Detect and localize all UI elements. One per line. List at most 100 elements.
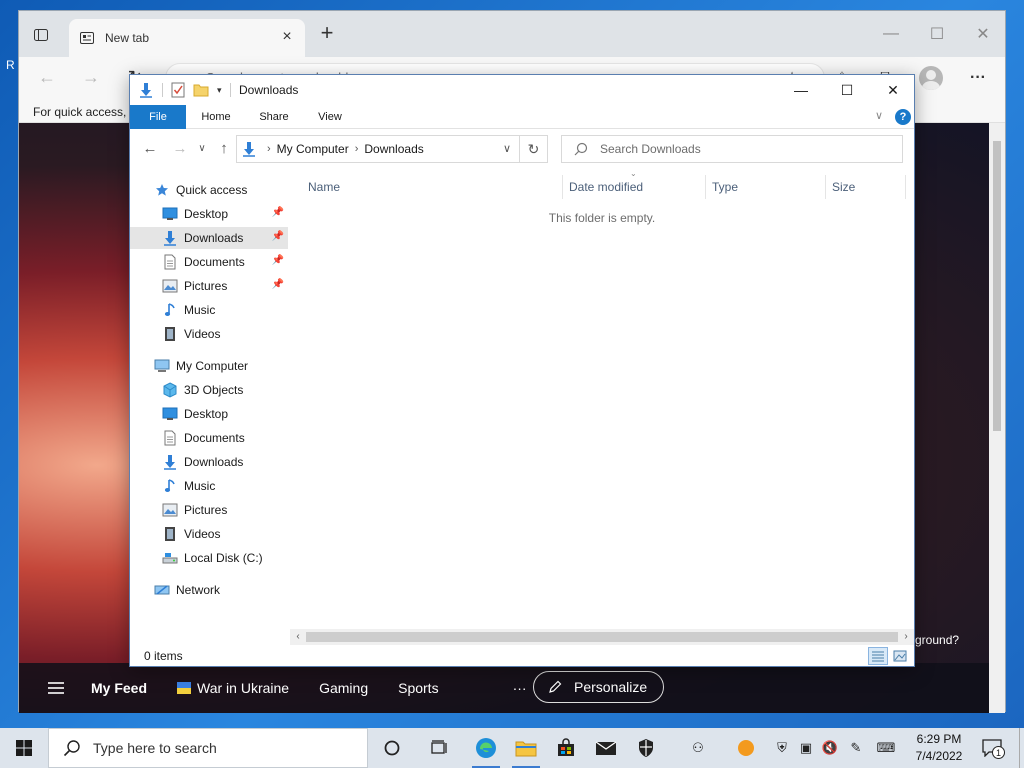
taskbar-security[interactable]: [626, 728, 666, 768]
network-warning-icon[interactable]: ▣: [796, 738, 816, 758]
nav-quick-desktop[interactable]: Desktop 📌: [130, 203, 288, 225]
feed-tab-sports[interactable]: Sports: [398, 680, 438, 696]
defender-warning-icon[interactable]: ⛨: [772, 738, 792, 758]
column-header-date-modified[interactable]: Date modified: [562, 175, 706, 199]
nav-desktop[interactable]: Desktop: [130, 403, 288, 425]
sort-chevron-icon: ⌄: [630, 169, 637, 178]
feed-tab-my-feed[interactable]: My Feed: [91, 680, 147, 696]
taskbar-store[interactable]: [546, 728, 586, 768]
forward-icon[interactable]: →: [170, 139, 190, 159]
pin-icon[interactable]: 📌: [272, 255, 284, 266]
cortana-button[interactable]: [372, 728, 412, 768]
minimize-button[interactable]: —: [869, 19, 913, 49]
page-scrollbar[interactable]: [989, 123, 1005, 713]
search-input[interactable]: Search Downloads: [561, 135, 903, 163]
large-icons-view-button[interactable]: [890, 647, 910, 665]
column-header-name[interactable]: Name: [302, 175, 560, 199]
feed-tab-war-in-ukraine[interactable]: War in Ukraine: [197, 680, 289, 696]
taskbar-search-placeholder: Type here to search: [93, 740, 217, 756]
weather-icon[interactable]: [736, 738, 756, 758]
profile-avatar[interactable]: [919, 66, 943, 90]
nav-quick-downloads[interactable]: Downloads 📌: [130, 227, 288, 249]
taskbar-edge[interactable]: [466, 728, 506, 768]
pin-icon[interactable]: 📌: [272, 207, 284, 218]
back-icon[interactable]: ←: [35, 66, 59, 90]
column-header-type[interactable]: Type: [706, 175, 826, 199]
nav-quick-access[interactable]: Quick access: [154, 179, 284, 201]
nav-quick-pictures[interactable]: Pictures 📌: [130, 275, 288, 297]
horizontal-scrollbar[interactable]: ‹ ›: [290, 629, 914, 645]
forward-icon[interactable]: →: [79, 66, 103, 90]
recent-locations-icon[interactable]: ∨: [192, 139, 212, 159]
nav-my-computer[interactable]: My Computer: [154, 355, 284, 377]
pin-icon[interactable]: 📌: [272, 231, 284, 242]
show-desktop-button[interactable]: [1019, 728, 1024, 768]
ribbon-tab-share[interactable]: Share: [252, 105, 296, 129]
nav-quick-music[interactable]: Music: [130, 299, 288, 321]
nav-network[interactable]: Network: [154, 579, 284, 601]
properties-icon[interactable]: [171, 82, 185, 98]
up-icon[interactable]: ↑: [214, 139, 234, 159]
scroll-left-icon[interactable]: ‹: [290, 629, 306, 645]
feed-tab-gaming[interactable]: Gaming: [319, 680, 368, 696]
hamburger-menu-icon[interactable]: [47, 681, 65, 695]
chevron-right-icon[interactable]: ›: [355, 143, 359, 155]
ribbon-tab-home[interactable]: Home: [194, 105, 238, 129]
details-view-button[interactable]: [868, 647, 888, 665]
pin-icon[interactable]: 📌: [272, 279, 284, 290]
refresh-button[interactable]: ↻: [520, 135, 548, 163]
help-icon[interactable]: ?: [895, 109, 911, 125]
close-tab-icon[interactable]: ×: [279, 29, 295, 46]
column-header-size[interactable]: Size: [826, 175, 906, 199]
nav-quick-documents[interactable]: Documents 📌: [130, 251, 288, 273]
pictures-icon: [162, 502, 178, 518]
start-button[interactable]: [0, 728, 48, 768]
more-options-icon[interactable]: ···: [965, 66, 991, 90]
scrollbar-thumb[interactable]: [993, 141, 1001, 431]
tab-actions-button[interactable]: [29, 23, 53, 47]
taskbar-file-explorer[interactable]: [506, 728, 546, 768]
personalize-button[interactable]: Personalize: [533, 671, 665, 703]
ribbon-tab-file[interactable]: File: [130, 105, 186, 129]
scroll-right-icon[interactable]: ›: [898, 629, 914, 645]
tab-new-tab[interactable]: New tab ×: [69, 19, 305, 57]
back-icon[interactable]: ←: [140, 139, 160, 159]
people-icon[interactable]: ⚇: [688, 738, 708, 758]
feed-more-button[interactable]: ···: [513, 680, 527, 696]
breadcrumb-downloads[interactable]: Downloads: [364, 142, 423, 156]
new-tab-button[interactable]: +: [315, 22, 339, 47]
explorer-minimize-button[interactable]: —: [778, 75, 824, 105]
expand-ribbon-icon[interactable]: ∨: [875, 109, 883, 122]
file-list-pane[interactable]: Name Date modified Type Size ⌄ This fold…: [294, 169, 914, 643]
explorer-close-button[interactable]: ✕: [870, 75, 916, 105]
notification-center-button[interactable]: 1: [980, 736, 1005, 760]
keyboard-icon[interactable]: ⌨: [876, 738, 896, 758]
taskbar-mail[interactable]: [586, 728, 626, 768]
new-folder-icon[interactable]: [193, 83, 209, 97]
task-view-button[interactable]: [420, 728, 460, 768]
nav-quick-access-label: Quick access: [176, 183, 248, 197]
nav-local-disk[interactable]: Local Disk (C:): [130, 547, 288, 569]
nav-pictures[interactable]: Pictures: [130, 499, 288, 521]
horizontal-scrollbar-thumb[interactable]: [306, 632, 898, 642]
address-breadcrumb[interactable]: › My Computer › Downloads ∨: [236, 135, 520, 163]
taskbar-search-input[interactable]: Type here to search: [48, 728, 368, 768]
nav-downloads[interactable]: Downloads: [130, 451, 288, 473]
nav-videos[interactable]: Videos: [130, 523, 288, 545]
nav-documents[interactable]: Documents: [130, 427, 288, 449]
explorer-maximize-button[interactable]: ☐: [824, 75, 870, 105]
nav-quick-videos[interactable]: Videos: [130, 323, 288, 345]
close-button[interactable]: ✕: [961, 19, 1005, 49]
customize-qat-icon[interactable]: ▾: [217, 85, 222, 96]
quick-access-toolbar: ▾: [138, 82, 231, 98]
nav-music[interactable]: Music: [130, 475, 288, 497]
ribbon-tab-view[interactable]: View: [308, 105, 352, 129]
breadcrumb-my-computer[interactable]: My Computer: [277, 142, 349, 156]
nav-3d-objects[interactable]: 3D Objects: [130, 379, 288, 401]
pen-icon[interactable]: ✎: [846, 738, 866, 758]
maximize-button[interactable]: ☐: [915, 19, 959, 49]
chevron-right-icon[interactable]: ›: [267, 143, 271, 155]
volume-muted-icon[interactable]: 🔇: [820, 738, 840, 758]
clock[interactable]: 6:29 PM 7/4/2022: [904, 731, 974, 765]
chevron-down-icon[interactable]: ∨: [503, 142, 511, 155]
